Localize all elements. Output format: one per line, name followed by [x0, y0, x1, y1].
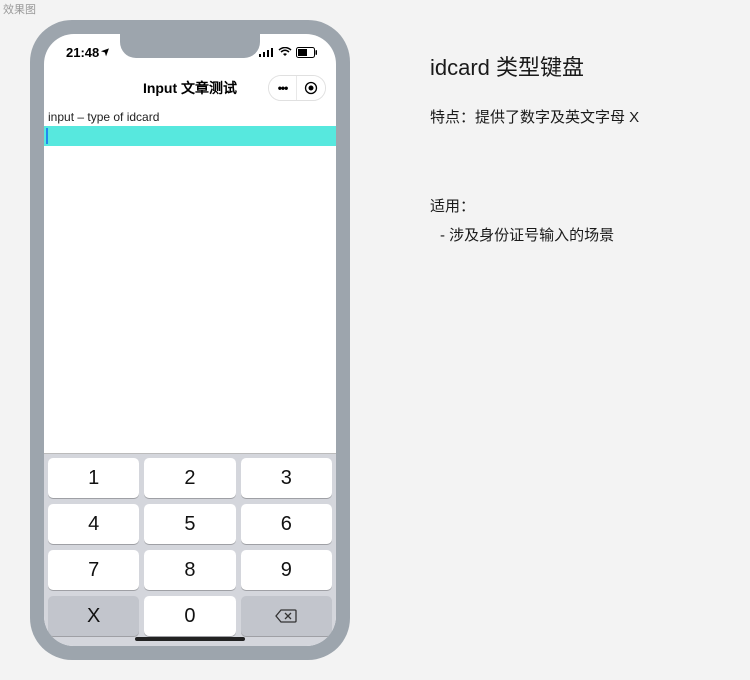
input-label: input – type of idcard	[44, 108, 336, 126]
header-capsule: •••	[268, 75, 326, 101]
usage-section: 适用： - 涉及身份证号输入的场景	[430, 195, 639, 245]
keyboard-row: 4 5 6	[48, 504, 332, 544]
description-panel: idcard 类型键盘 特点：提供了数字及英文字母 X 适用： - 涉及身份证号…	[430, 20, 639, 660]
idcard-input[interactable]	[44, 126, 336, 146]
feature-text: 提供了数字及英文字母 X	[475, 109, 639, 126]
status-time: 21:48	[66, 45, 99, 60]
wifi-icon	[278, 47, 292, 57]
location-arrow-icon: ➤	[100, 44, 114, 58]
key-4[interactable]: 4	[48, 504, 139, 544]
usage-label: 适用：	[430, 195, 639, 216]
feature-label: 特点：	[430, 109, 475, 126]
phone-screen: 21:48 ➤	[44, 34, 336, 646]
battery-icon	[296, 47, 318, 58]
key-0[interactable]: 0	[144, 596, 235, 636]
more-icon: •••	[278, 81, 288, 95]
key-backspace[interactable]	[241, 596, 332, 636]
status-left: 21:48 ➤	[66, 45, 112, 60]
description-title: idcard 类型键盘	[430, 50, 639, 82]
image-caption: 效果图	[3, 1, 36, 17]
key-9[interactable]: 9	[241, 550, 332, 590]
text-cursor	[46, 128, 48, 144]
key-5[interactable]: 5	[144, 504, 235, 544]
backspace-icon	[275, 609, 297, 623]
keyboard: 1 2 3 4 5 6 7 8 9 X	[44, 453, 336, 646]
key-2[interactable]: 2	[144, 458, 235, 498]
close-icon	[304, 81, 318, 95]
keyboard-row: 7 8 9	[48, 550, 332, 590]
home-indicator[interactable]	[135, 637, 245, 641]
key-8[interactable]: 8	[144, 550, 235, 590]
keyboard-row: X 0	[48, 596, 332, 636]
key-1[interactable]: 1	[48, 458, 139, 498]
page-title: Input 文章测试	[143, 78, 237, 98]
main-container: 21:48 ➤	[0, 0, 750, 680]
content-spacer	[44, 146, 336, 453]
close-button[interactable]	[297, 76, 325, 100]
key-3[interactable]: 3	[241, 458, 332, 498]
content-area: input – type of idcard 1 2 3 4 5 6	[44, 108, 336, 646]
status-right	[259, 47, 318, 58]
app-header: Input 文章测试 •••	[44, 70, 336, 108]
phone-frame: 21:48 ➤	[30, 20, 350, 660]
keyboard-row: 1 2 3	[48, 458, 332, 498]
usage-item: - 涉及身份证号输入的场景	[430, 224, 639, 245]
more-button[interactable]: •••	[269, 76, 297, 100]
signal-icon	[259, 47, 274, 57]
key-x[interactable]: X	[48, 596, 139, 636]
key-6[interactable]: 6	[241, 504, 332, 544]
phone-notch	[120, 34, 260, 58]
key-7[interactable]: 7	[48, 550, 139, 590]
feature-line: 特点：提供了数字及英文字母 X	[430, 106, 639, 127]
